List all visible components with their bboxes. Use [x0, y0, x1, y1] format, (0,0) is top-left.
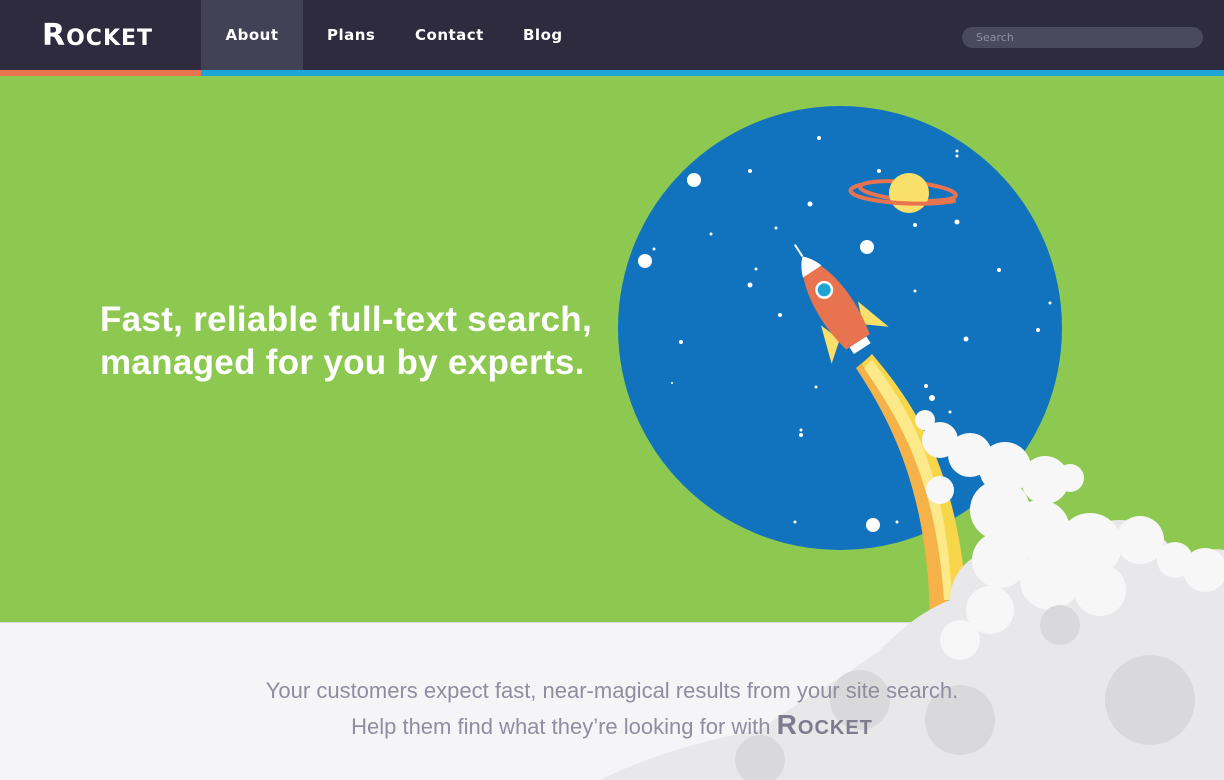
nav-links: About Plans Contact Blog — [201, 0, 589, 70]
nav-link-about[interactable]: About — [201, 0, 303, 70]
hero-title-line1: Fast, reliable full-text search, — [100, 300, 592, 339]
rocket-logo[interactable]: ROCKET — [42, 18, 153, 58]
top-navbar: ROCKET About Plans Contact Blog — [0, 0, 1224, 76]
tagline-line2-text: Help them find what they’re looking for … — [351, 714, 771, 739]
search-input[interactable] — [962, 27, 1203, 48]
hero-title-line2: managed for you by experts. — [100, 343, 585, 382]
hero-title: Fast, reliable full-text search, managed… — [100, 298, 592, 384]
nav-link-plans[interactable]: Plans — [303, 0, 391, 70]
tagline: Your customers expect fast, near-magical… — [0, 674, 1224, 745]
nav-link-contact[interactable]: Contact — [391, 0, 499, 70]
nav-link-blog[interactable]: Blog — [499, 0, 589, 70]
tagline-line2: Help them find what they’re looking for … — [0, 708, 1224, 745]
tagline-line1: Your customers expect fast, near-magical… — [265, 678, 959, 703]
hero-section: Fast, reliable full-text search, managed… — [0, 76, 1224, 622]
tagline-brand: ROCKET — [776, 709, 873, 740]
